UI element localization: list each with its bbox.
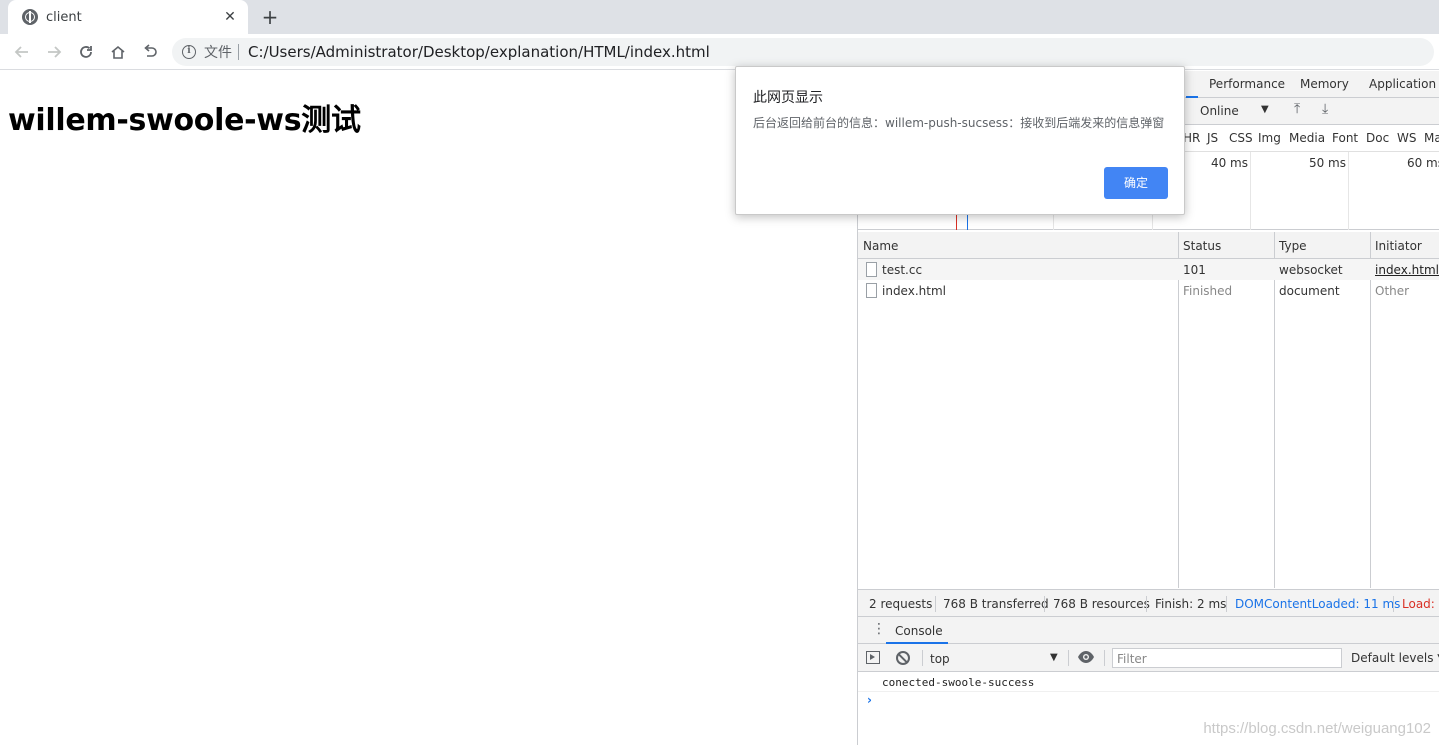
omnibox-separator [238, 44, 239, 60]
clear-console-icon[interactable] [896, 651, 910, 665]
toolbar-divider [1104, 650, 1105, 666]
column-name[interactable]: Name [863, 239, 898, 253]
browser-toolbar: i 文件 C:/Users/Administrator/Desktop/expl… [0, 34, 1439, 70]
filter-ws[interactable]: WS [1397, 131, 1416, 145]
tab-application[interactable]: Application [1369, 77, 1436, 91]
request-status: Finished [1183, 284, 1233, 298]
column-initiator[interactable]: Initiator [1375, 239, 1422, 253]
filter-doc[interactable]: Doc [1366, 131, 1389, 145]
table-row[interactable]: test.cc 101 websocket index.html:1 [858, 259, 1439, 280]
alert-dialog: 此网页显示 后台返回给前台的信息：willem-push-sucsess：接收到… [735, 66, 1185, 215]
file-icon [866, 283, 877, 298]
close-icon[interactable]: ✕ [222, 9, 238, 25]
import-har-icon[interactable]: ⤒ [1294, 101, 1300, 117]
ok-button[interactable]: 确定 [1104, 167, 1168, 199]
tab-memory[interactable]: Memory [1300, 77, 1349, 91]
request-name: test.cc [882, 263, 923, 277]
summary-requests: 2 requests [869, 597, 933, 611]
chevron-down-icon[interactable]: ▼ [1050, 652, 1058, 663]
timeline-label: 50 ms [1308, 156, 1346, 170]
reload-icon[interactable] [74, 40, 98, 64]
summary-divider [1393, 596, 1394, 612]
filter-manifest[interactable]: Ma [1424, 131, 1439, 145]
sidebar-toggle-icon[interactable] [866, 651, 880, 664]
address-bar[interactable]: i 文件 C:/Users/Administrator/Desktop/expl… [172, 38, 1434, 66]
new-tab-button[interactable]: + [258, 5, 282, 29]
summary-divider [1226, 596, 1227, 612]
summary-domcontentloaded: DOMContentLoaded: 11 ms [1235, 597, 1401, 611]
chevron-down-icon[interactable]: ▼ [1261, 104, 1269, 115]
watermark: https://blog.csdn.net/weiguang102 [1203, 720, 1431, 737]
tab-console[interactable]: Console [895, 624, 943, 638]
console-toolbar: top ▼ Filter Default levels ▼ [858, 644, 1439, 672]
timeline-label: 40 ms [1210, 156, 1248, 170]
console-filter-input[interactable]: Filter [1112, 648, 1342, 668]
table-row[interactable]: index.html Finished document Other [858, 280, 1439, 301]
summary-finish: Finish: 2 ms [1155, 597, 1227, 611]
export-har-icon[interactable]: ⤓ [1322, 101, 1328, 117]
more-vertical-icon[interactable]: ⋮ [872, 621, 886, 637]
request-name: index.html [882, 284, 946, 298]
summary-transferred: 768 B transferred [943, 597, 1049, 611]
toolbar-divider [1068, 650, 1069, 666]
console-message-text: conected-swoole-success [882, 676, 1035, 689]
filter-img[interactable]: Img [1258, 131, 1281, 145]
request-type: websocket [1279, 263, 1343, 277]
scheme-label: 文件 [204, 45, 232, 61]
filter-css[interactable]: CSS [1229, 131, 1253, 145]
page-content: willem-swoole-ws测试 [0, 71, 857, 745]
dialog-message: 后台返回给前台的信息：willem-push-sucsess：接收到后端发来的信… [753, 116, 1165, 130]
request-type: document [1279, 284, 1340, 298]
request-initiator: Other [1375, 284, 1410, 298]
tab-performance[interactable]: Performance [1209, 77, 1285, 91]
domcontentloaded-marker [967, 214, 968, 230]
column-status[interactable]: Status [1183, 239, 1221, 253]
url-text[interactable]: C:/Users/Administrator/Desktop/explanati… [248, 43, 710, 61]
filter-js[interactable]: JS [1207, 131, 1218, 145]
back-arrow-icon[interactable] [10, 40, 34, 64]
forward-arrow-icon[interactable] [42, 40, 66, 64]
timeline-label: 60 ms [1406, 156, 1439, 170]
throttle-select[interactable]: Online [1200, 104, 1239, 118]
toolbar-divider [922, 650, 923, 666]
info-icon[interactable]: i [182, 45, 196, 59]
request-initiator[interactable]: index.html:1 [1375, 263, 1439, 277]
request-status: 101 [1183, 263, 1206, 277]
summary-load: Load: 1 [1402, 597, 1439, 611]
undo-icon[interactable] [138, 40, 162, 64]
dialog-title: 此网页显示 [753, 90, 823, 106]
requests-table-header: Name Status Type Initiator [858, 232, 1439, 259]
filter-xhr[interactable]: HR [1183, 131, 1200, 145]
load-event-marker [956, 214, 957, 230]
file-icon [866, 262, 877, 277]
log-levels-select[interactable]: Default levels ▼ [1351, 651, 1439, 665]
browser-tab[interactable]: client ✕ [8, 0, 248, 34]
summary-divider [935, 596, 936, 612]
network-summary-bar: 2 requests 768 B transferred 768 B resou… [858, 589, 1439, 617]
timeline-gridline [1348, 152, 1349, 230]
timeline-gridline [1250, 152, 1251, 230]
tab-title: client [46, 9, 82, 25]
filter-font[interactable]: Font [1332, 131, 1358, 145]
tab-strip: client ✕ + [0, 0, 1439, 34]
summary-resources: 768 B resources [1053, 597, 1150, 611]
context-select[interactable]: top [930, 652, 950, 666]
home-icon[interactable] [106, 40, 130, 64]
summary-divider [1044, 596, 1045, 612]
column-type[interactable]: Type [1279, 239, 1307, 253]
drawer-tabbar: ⋮ Console [858, 617, 1439, 644]
eye-icon[interactable] [1077, 650, 1095, 668]
console-message: conected-swoole-success [858, 672, 1439, 692]
globe-icon [22, 9, 38, 25]
page-heading: willem-swoole-ws测试 [8, 103, 361, 138]
console-prompt[interactable]: › [867, 693, 872, 707]
filter-media[interactable]: Media [1289, 131, 1325, 145]
summary-divider [1146, 596, 1147, 612]
